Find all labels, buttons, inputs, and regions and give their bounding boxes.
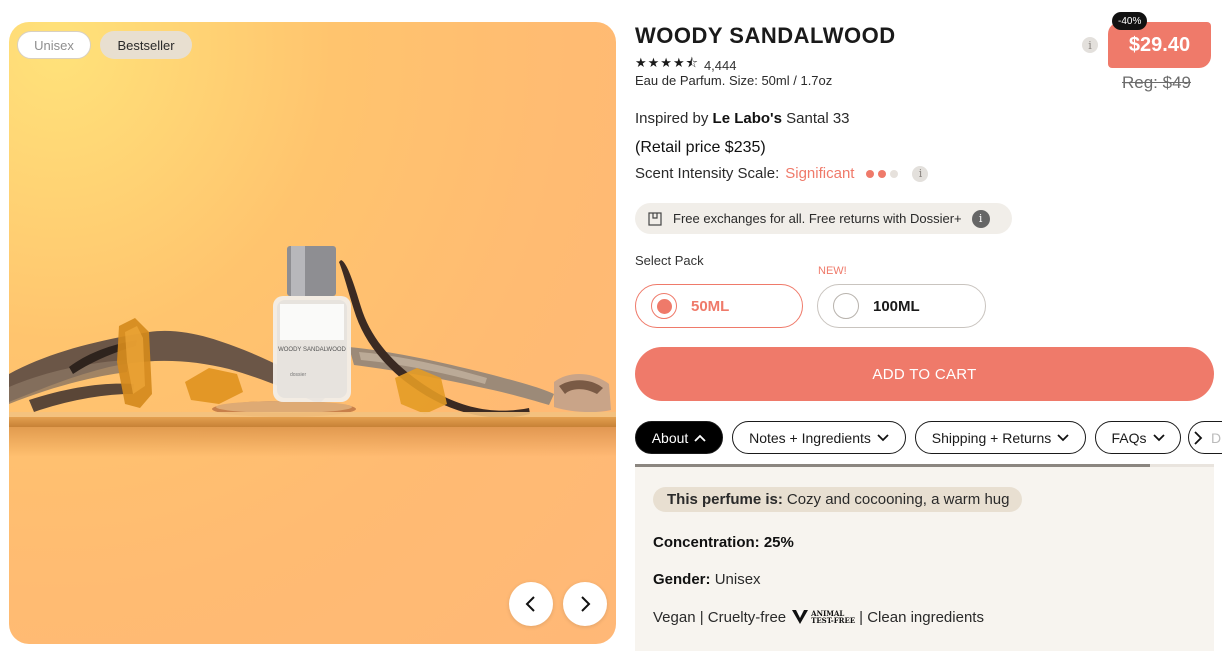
- pack-option-50ml[interactable]: 50ML: [635, 284, 803, 328]
- product-size: Eau de Parfum. Size: 50ml / 1.7oz: [635, 73, 833, 88]
- scent-intensity: Scent Intensity Scale: Significant i: [635, 165, 929, 182]
- tab-label: About: [651, 429, 689, 446]
- gallery-prev-button[interactable]: [509, 582, 553, 626]
- gender-value: Unisex: [714, 571, 761, 588]
- claims-left: Vegan | Cruelty-free: [653, 608, 787, 626]
- about-panel: This perfume is: Cozy and cocooning, a w…: [635, 467, 1214, 651]
- tab-label: D: [1211, 429, 1222, 446]
- animal-test-free-icon: ANIMAL TEST-FREE: [790, 607, 855, 627]
- exchange-text: Free exchanges for all. Free returns wit…: [673, 211, 962, 226]
- tabs-scroll-right-button[interactable]: D: [1188, 421, 1222, 454]
- chevron-left-icon: [525, 596, 535, 612]
- chevron-down-icon: [877, 433, 889, 441]
- claims-right: | Clean ingredients: [859, 608, 984, 626]
- svg-text:dossier: dossier: [290, 372, 306, 378]
- product-image: WOODY SANDALWOOD dossier: [9, 246, 616, 418]
- inspired-brand: Le Labo's: [712, 110, 782, 127]
- tab-notes-ingredients[interactable]: Notes + Ingredients: [732, 421, 906, 454]
- radio-selected[interactable]: [651, 293, 677, 319]
- tab-label: Shipping + Returns: [931, 429, 1052, 446]
- concentration-label: Concentration:: [653, 534, 760, 551]
- gallery-next-button[interactable]: [563, 582, 607, 626]
- tab-label: Notes + Ingredients: [749, 429, 871, 446]
- chevron-down-icon: [1152, 433, 1165, 441]
- scent-info-icon[interactable]: i: [912, 165, 929, 182]
- inspired-prefix: Inspired by: [635, 110, 709, 127]
- exchange-banner: Free exchanges for all. Free returns wit…: [635, 203, 1012, 234]
- product-gallery[interactable]: Unisex Bestseller WOODY SANDALWOOD dossi…: [9, 22, 616, 644]
- scent-label: Scent Intensity Scale:: [635, 165, 780, 182]
- pack-label: 100ML: [873, 297, 920, 315]
- add-to-cart-button[interactable]: ADD TO CART: [635, 347, 1214, 401]
- inspired-name: Santal 33: [786, 110, 850, 127]
- concentration: Concentration: 25%: [653, 534, 794, 551]
- inspired-by: Inspired by Le Labo's Santal 33: [635, 110, 850, 127]
- pack-option-100ml[interactable]: 100ML: [817, 284, 986, 328]
- chevron-right-icon: [581, 596, 591, 612]
- scent-level: Significant: [785, 165, 855, 182]
- feel-value: Cozy and cocooning, a warm hug: [786, 491, 1010, 508]
- svg-text:WOODY SANDALWOOD: WOODY SANDALWOOD: [278, 347, 346, 353]
- chevron-down-icon: [1057, 433, 1069, 441]
- display-shelf: [9, 417, 616, 427]
- feel-label: This perfume is:: [667, 491, 783, 508]
- scent-dot: [890, 169, 899, 178]
- retail-price: (Retail price $235): [635, 139, 766, 156]
- review-count[interactable]: 4,444: [704, 58, 737, 73]
- tab-faqs[interactable]: FAQs: [1095, 421, 1181, 454]
- exchange-info-icon[interactable]: i: [971, 209, 990, 228]
- new-tag: NEW!: [818, 265, 847, 277]
- animal-badge-text: TEST-FREE: [811, 616, 856, 625]
- tab-about[interactable]: About: [635, 421, 723, 454]
- pack-label: 50ML: [691, 297, 730, 315]
- regular-price: Reg: $49: [1122, 73, 1191, 92]
- radio-unselected[interactable]: [833, 293, 859, 319]
- product-title: WOODY SANDALWOOD: [635, 23, 896, 48]
- box-icon: [648, 211, 662, 226]
- tab-label: FAQs: [1111, 429, 1147, 446]
- product-claims: Vegan | Cruelty-free ANIMAL TEST-FREE | …: [653, 607, 984, 627]
- shelf-shadow: [9, 427, 616, 457]
- perfume-feel: This perfume is: Cozy and cocooning, a w…: [653, 487, 1022, 512]
- select-pack-label: Select Pack: [635, 253, 704, 268]
- gender-label: Gender:: [653, 571, 711, 588]
- discount-badge: -40%: [1112, 12, 1148, 30]
- chevron-up-icon: [694, 434, 706, 442]
- gender: Gender: Unisex: [653, 571, 761, 588]
- chevron-right-icon: [1194, 430, 1203, 445]
- scent-dot: [866, 169, 875, 178]
- price-info-icon[interactable]: i: [1082, 37, 1098, 53]
- concentration-value: 25%: [763, 534, 794, 551]
- tab-shipping-returns[interactable]: Shipping + Returns: [915, 421, 1086, 454]
- scent-dot: [878, 169, 887, 178]
- scent-dots: [866, 169, 899, 178]
